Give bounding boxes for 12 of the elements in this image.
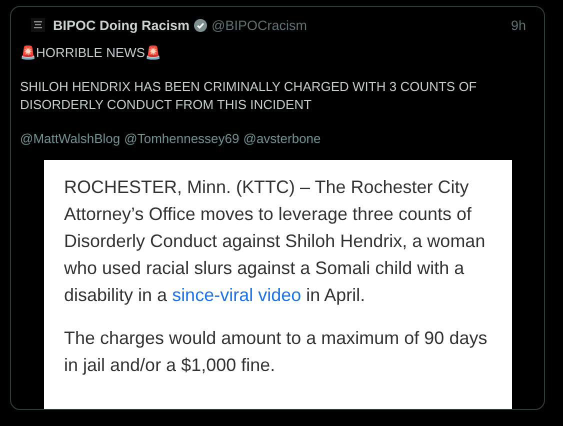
author-handle[interactable]: @BIPOCracism	[212, 18, 307, 32]
author-name[interactable]: BIPOC Doing Racism	[53, 18, 190, 32]
mention-link[interactable]: @MattWalshBlog	[20, 131, 120, 146]
article-link[interactable]: since-viral video	[172, 285, 302, 305]
tweet-headline: 🚨HORRIBLE NEWS🚨	[20, 44, 162, 62]
article-paragraph: The charges would amount to a maximum of 90 days in jail and/or a $1,000 fine.	[64, 327, 488, 377]
mention-link[interactable]: @avsterbone	[243, 131, 321, 146]
tweet-text: SHILOH HENDRIX HAS BEEN CRIMINALLY CHARGED WITH 3 COUNTS OF DISORDERLY CONDUCT FROM THIS INCIDENT	[20, 78, 478, 114]
avatar-icon[interactable]	[31, 18, 45, 32]
article-paragraph: ROCHESTER, Minn. (KTTC) – The Rochester City Attorney’s Office moves to leverage three counts of Disorderly Conduct against Shiloh Hendrix, a woman who used racial slurs against a Somali child with a disability in a since-viral video in April.	[64, 176, 486, 307]
mention-link[interactable]: @Tomhennessey69	[124, 131, 240, 146]
timestamp[interactable]: 9h	[510, 18, 526, 32]
